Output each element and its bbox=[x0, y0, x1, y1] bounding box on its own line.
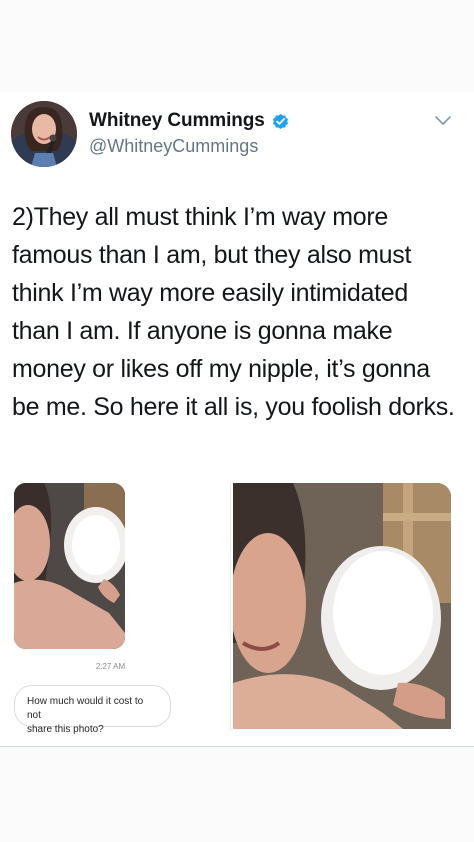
media-grid[interactable]: 2:27 AM How much would it cost to not sh… bbox=[11, 483, 451, 735]
display-name[interactable]: Whitney Cummings bbox=[89, 110, 265, 132]
chevron-down-icon[interactable] bbox=[433, 114, 453, 128]
tweet-text: 2)They all must think I’m way more famou… bbox=[12, 203, 455, 421]
author-handle[interactable]: @WhitneyCummings bbox=[89, 136, 258, 157]
divider bbox=[0, 746, 474, 747]
dm-message-line: share this photo? bbox=[27, 724, 104, 735]
verified-badge-icon bbox=[271, 112, 290, 131]
dm-timestamp: 2:27 AM bbox=[95, 662, 126, 671]
dm-photo-thumbnail bbox=[14, 483, 125, 649]
dm-message-line: How much would it cost to not bbox=[27, 696, 144, 721]
avatar[interactable] bbox=[11, 101, 77, 167]
dm-message-bubble: How much would it cost to not share this… bbox=[14, 685, 171, 735]
selfie-image[interactable] bbox=[233, 483, 451, 729]
dm-screenshot-image[interactable]: 2:27 AM How much would it cost to not sh… bbox=[11, 483, 231, 735]
author-name-row[interactable]: Whitney Cummings bbox=[89, 110, 290, 132]
